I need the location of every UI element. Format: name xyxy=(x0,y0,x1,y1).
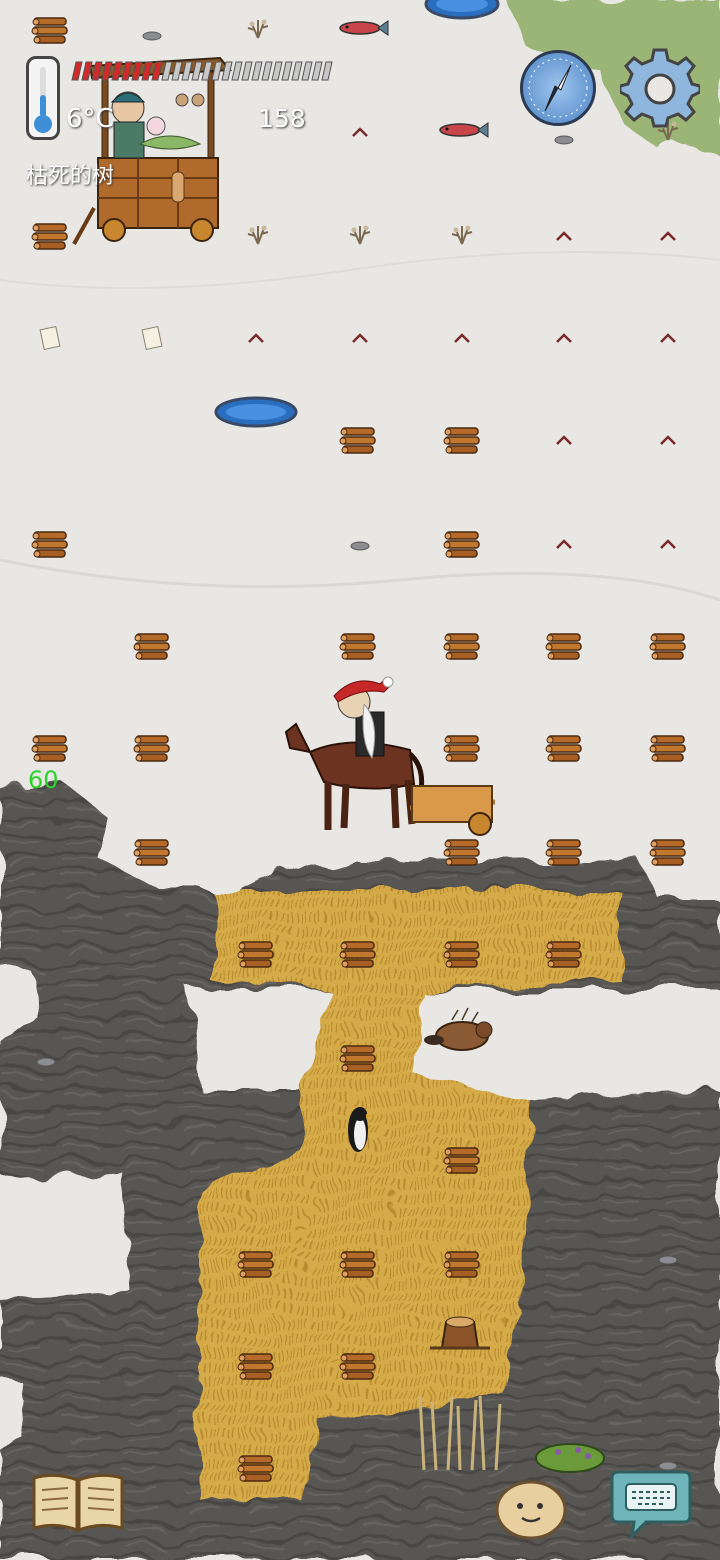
firewood[interactable] xyxy=(31,531,68,558)
health-segment-filled xyxy=(121,61,133,81)
health-segment-empty xyxy=(271,61,283,81)
health-segment-filled xyxy=(71,61,83,81)
firewood[interactable] xyxy=(133,633,170,660)
firewood[interactable] xyxy=(31,735,68,762)
keyboard-bubble-icon[interactable] xyxy=(610,1466,692,1538)
firewood[interactable] xyxy=(545,839,582,866)
firewood[interactable] xyxy=(133,735,170,762)
firewood[interactable] xyxy=(443,531,480,558)
firewood[interactable] xyxy=(237,1251,274,1278)
bush[interactable] xyxy=(535,1443,605,1473)
firewood[interactable] xyxy=(649,633,686,660)
step-counter: 158 xyxy=(258,104,306,133)
fps-counter: 60 xyxy=(28,766,59,794)
firewood[interactable] xyxy=(339,1251,376,1278)
health-segment-filled xyxy=(151,61,163,81)
firewood[interactable] xyxy=(443,1147,480,1174)
health-segment-filled xyxy=(81,61,93,81)
health-segment-empty xyxy=(221,61,233,81)
firewood[interactable] xyxy=(443,735,480,762)
compass-icon[interactable] xyxy=(520,50,596,126)
firewood[interactable] xyxy=(443,1251,480,1278)
game-world[interactable] xyxy=(0,0,720,1560)
ice-hole[interactable] xyxy=(214,396,298,428)
health-segment-empty xyxy=(211,61,223,81)
health-segment-empty xyxy=(201,61,213,81)
temperature-label: 6°C xyxy=(66,104,114,134)
firewood[interactable] xyxy=(339,1045,376,1072)
health-segment-filled xyxy=(111,61,123,81)
health-segment-empty xyxy=(181,61,193,81)
health-segment-empty xyxy=(191,61,203,81)
firewood[interactable] xyxy=(339,427,376,454)
health-segment-empty xyxy=(241,61,253,81)
firewood[interactable] xyxy=(649,735,686,762)
firewood[interactable] xyxy=(237,941,274,968)
firewood[interactable] xyxy=(443,941,480,968)
firewood[interactable] xyxy=(237,1455,274,1482)
firewood[interactable] xyxy=(237,1353,274,1380)
health-segment-filled xyxy=(141,61,153,81)
health-segment-empty xyxy=(261,61,273,81)
health-bar xyxy=(71,61,333,81)
firewood[interactable] xyxy=(545,735,582,762)
firewood[interactable] xyxy=(649,839,686,866)
firewood[interactable] xyxy=(545,941,582,968)
health-segment-empty xyxy=(291,61,303,81)
thermometer-icon xyxy=(26,56,60,140)
health-segment-empty xyxy=(311,61,323,81)
potato-face-icon[interactable] xyxy=(494,1476,568,1540)
firewood[interactable] xyxy=(443,427,480,454)
firewood[interactable] xyxy=(133,839,170,866)
health-segment-empty xyxy=(171,61,183,81)
firewood[interactable] xyxy=(339,1353,376,1380)
firewood[interactable] xyxy=(545,633,582,660)
firewood[interactable] xyxy=(443,839,480,866)
firewood[interactable] xyxy=(31,17,68,44)
health-segment-filled xyxy=(101,61,113,81)
ice-hole[interactable] xyxy=(424,0,500,20)
health-segment-empty xyxy=(231,61,243,81)
health-segment-empty xyxy=(161,61,173,81)
firewood[interactable] xyxy=(443,633,480,660)
health-segment-empty xyxy=(321,61,333,81)
location-label: 枯死的树 xyxy=(26,164,115,189)
health-segment-filled xyxy=(91,61,103,81)
health-segment-filled xyxy=(131,61,143,81)
health-segment-empty xyxy=(281,61,293,81)
firewood[interactable] xyxy=(339,633,376,660)
health-segment-empty xyxy=(301,61,313,81)
firewood[interactable] xyxy=(31,223,68,250)
health-segment-empty xyxy=(251,61,263,81)
gear-icon[interactable] xyxy=(620,48,700,128)
firewood[interactable] xyxy=(339,941,376,968)
open-book-icon[interactable] xyxy=(30,1470,126,1534)
